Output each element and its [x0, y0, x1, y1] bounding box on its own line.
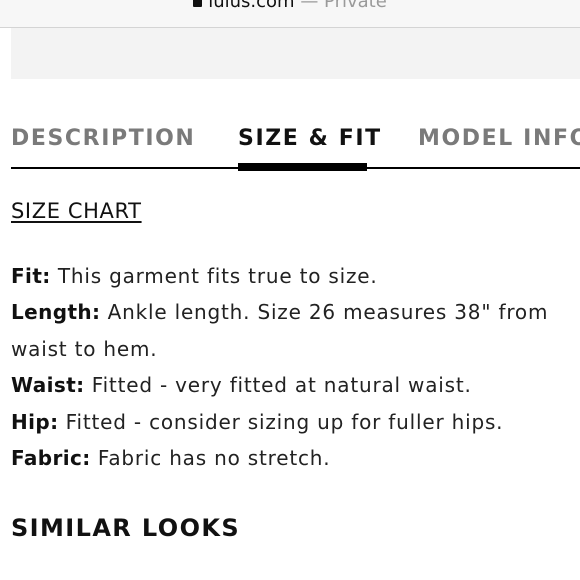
fit-row: Fit: This garment fits true to size.	[11, 258, 580, 294]
browser-address-bar[interactable]: lulus.com — Private	[0, 0, 580, 28]
product-tabs: DESCRIPTION SIZE & FIT MODEL INFO	[0, 118, 580, 171]
size-chart-link[interactable]: SIZE CHART	[11, 199, 142, 223]
hip-row: Hip: Fitted - consider sizing up for ful…	[11, 404, 580, 440]
waist-text: Fitted - very fitted at natural waist.	[84, 373, 472, 398]
fit-details: Fit: This garment fits true to size. Len…	[11, 258, 580, 476]
tabs-divider	[11, 167, 580, 169]
lock-icon	[193, 0, 203, 7]
tab-size-fit[interactable]: SIZE & FIT	[238, 126, 382, 151]
waist-label: Waist:	[11, 373, 85, 398]
length-label: Length:	[11, 300, 101, 325]
hip-label: Hip:	[11, 409, 59, 434]
top-banner-area	[11, 28, 580, 79]
similar-looks-heading: SIMILAR LOOKS	[11, 514, 241, 542]
fabric-text: Fabric has no stretch.	[90, 446, 331, 471]
private-label: — Private	[300, 0, 387, 12]
tab-model-info[interactable]: MODEL INFO	[418, 126, 580, 151]
length-text: Ankle length. Size 26 measures 38" from	[100, 300, 549, 325]
address-text: lulus.com — Private	[0, 0, 580, 12]
hip-text: Fitted - consider sizing up for fuller h…	[58, 409, 504, 434]
length-continued-text: waist to hem.	[11, 336, 158, 361]
tab-description[interactable]: DESCRIPTION	[11, 126, 195, 151]
fabric-row: Fabric: Fabric has no stretch.	[11, 440, 580, 476]
length-row: Length: Ankle length. Size 26 measures 3…	[11, 294, 580, 330]
length-row-continued: waist to hem.	[11, 331, 580, 367]
waist-row: Waist: Fitted - very fitted at natural w…	[11, 367, 580, 403]
fit-label: Fit:	[11, 264, 51, 288]
address-domain: lulus.com	[208, 0, 295, 12]
fit-text: This garment fits true to size.	[50, 264, 378, 288]
fabric-label: Fabric:	[11, 446, 91, 471]
